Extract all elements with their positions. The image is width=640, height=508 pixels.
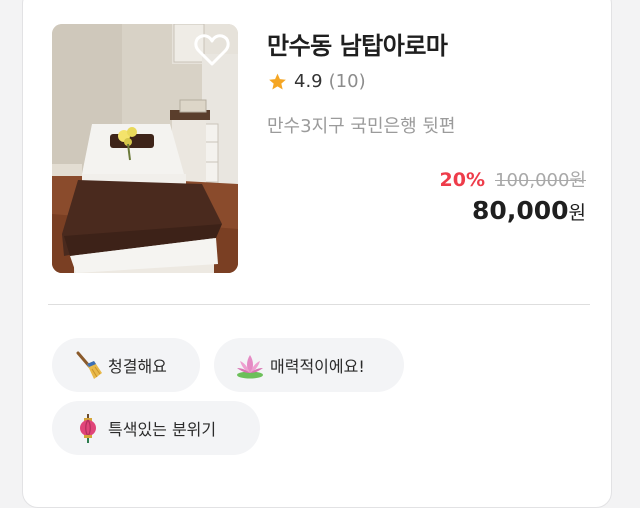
lantern-icon [80,414,96,443]
tag-unique-atmosphere[interactable]: 특색있는 분위기 [52,401,260,455]
price-line: 20% 100,000원 [440,166,586,192]
rating: 4.9 (10) [267,71,366,92]
star-icon [269,73,286,89]
tag-attractive[interactable]: 매력적이에요! [214,338,404,392]
final-price-amount: 80,000 [472,196,569,225]
discount-rate: 20% [439,169,485,191]
broom-icon [76,351,102,379]
tag-clean[interactable]: 청결해요 [52,338,200,392]
tag-label: 특색있는 분위기 [108,420,217,439]
lotus-icon [237,355,263,379]
heart-outline-icon[interactable] [194,33,230,67]
listing-title[interactable]: 만수동 남탑아로마 [267,26,448,61]
divider [48,304,590,305]
rating-score: 4.9 [294,71,323,92]
tag-label: 매력적이에요! [270,357,365,376]
tag-label: 청결해요 [108,357,167,376]
final-price-unit: 원 [568,202,586,224]
final-price: 80,000원 [472,196,586,225]
location-text: 만수3지구 국민은행 뒷편 [267,116,456,137]
original-price: 100,000원 [495,170,586,191]
review-count: (10) [328,71,366,92]
